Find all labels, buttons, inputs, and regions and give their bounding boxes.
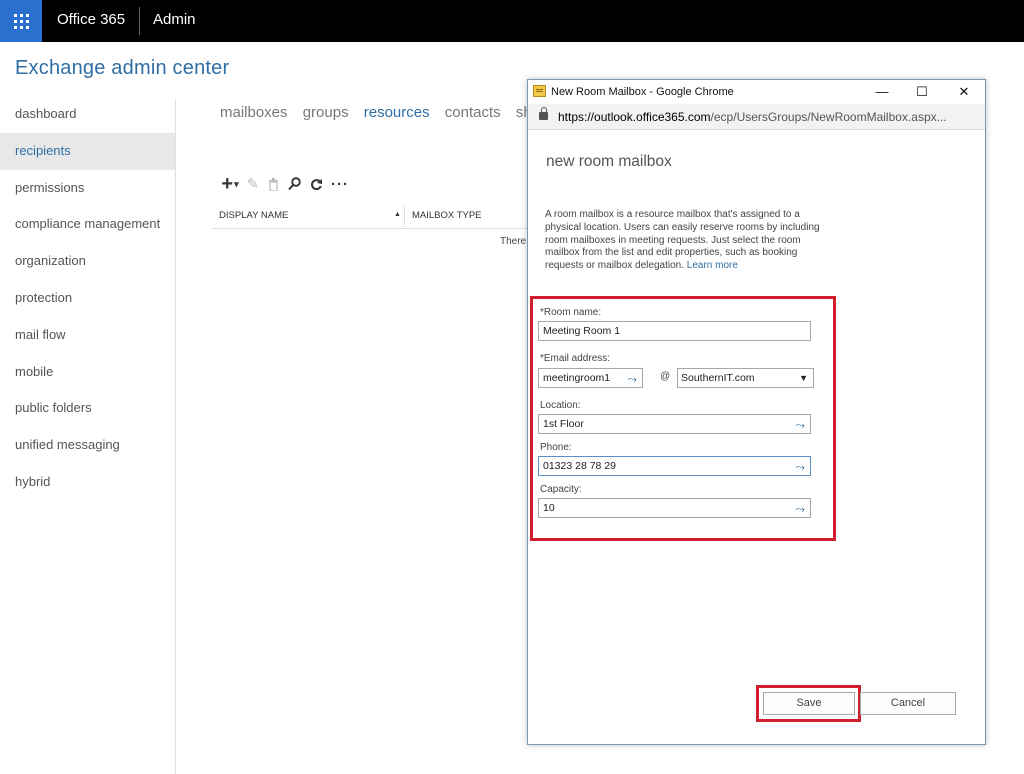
minimize-icon[interactable]: — bbox=[870, 83, 894, 101]
nav-item-permissions[interactable]: permissions bbox=[0, 170, 176, 207]
window-titlebar[interactable]: New Room Mailbox - Google Chrome — ☐ ✕ bbox=[528, 80, 985, 104]
nav-item-mail-flow[interactable]: mail flow bbox=[0, 317, 176, 354]
address-bar[interactable]: https://outlook.office365.com/ecp/UsersG… bbox=[528, 104, 985, 130]
save-highlight-box bbox=[756, 685, 861, 722]
nav-item-organization[interactable]: organization bbox=[0, 243, 176, 280]
dialog-heading: new room mailbox bbox=[546, 153, 672, 170]
lock-icon bbox=[539, 107, 548, 120]
refresh-icon[interactable] bbox=[305, 174, 327, 194]
nav-item-hybrid[interactable]: hybrid bbox=[0, 464, 176, 501]
recipient-tabs: mailboxes groups resources contacts sh bbox=[220, 104, 543, 121]
fields-highlight-box bbox=[530, 296, 836, 541]
nav-item-recipients[interactable]: recipients bbox=[0, 132, 176, 170]
close-icon[interactable]: ✕ bbox=[952, 83, 976, 101]
section-name[interactable]: Admin bbox=[153, 0, 196, 42]
dialog-description: A room mailbox is a resource mailbox tha… bbox=[545, 209, 820, 272]
nav-item-dashboard[interactable]: dashboard bbox=[0, 96, 176, 133]
top-bar: Office 365 Admin bbox=[0, 0, 1024, 42]
learn-more-link[interactable]: Learn more bbox=[687, 260, 738, 271]
column-separator bbox=[404, 205, 405, 227]
pencil-icon[interactable]: ✎ bbox=[243, 174, 263, 194]
window-title: New Room Mailbox - Google Chrome bbox=[551, 86, 734, 98]
column-display-name[interactable]: DISPLAY NAME bbox=[219, 210, 288, 221]
app-name[interactable]: Office 365 bbox=[57, 0, 125, 42]
cancel-button[interactable]: Cancel bbox=[860, 692, 956, 715]
nav-item-compliance-management[interactable]: compliance management bbox=[0, 206, 176, 243]
nav-item-public-folders[interactable]: public folders bbox=[0, 390, 176, 427]
more-icon[interactable]: ··· bbox=[327, 174, 353, 194]
left-nav: dashboard recipients permissions complia… bbox=[0, 96, 176, 501]
app-launcher-icon[interactable] bbox=[0, 0, 42, 42]
plus-icon[interactable]: + ▾ bbox=[217, 173, 243, 195]
tab-mailboxes[interactable]: mailboxes bbox=[220, 104, 288, 121]
sort-ascending-icon[interactable]: ▲ bbox=[394, 211, 401, 218]
grid-header: DISPLAY NAME ▲ MAILBOX TYPE bbox=[212, 203, 532, 229]
search-icon[interactable] bbox=[283, 174, 305, 194]
column-mailbox-type[interactable]: MAILBOX TYPE bbox=[412, 210, 482, 221]
trash-icon[interactable] bbox=[263, 174, 283, 194]
nav-item-mobile[interactable]: mobile bbox=[0, 354, 176, 391]
page-icon bbox=[533, 85, 546, 97]
page-title: Exchange admin center bbox=[15, 57, 230, 79]
nav-item-unified-messaging[interactable]: unified messaging bbox=[0, 427, 176, 464]
maximize-icon[interactable]: ☐ bbox=[910, 83, 934, 101]
grid-toolbar: + ▾ ✎ ··· bbox=[217, 173, 353, 195]
grid-empty-message: There bbox=[500, 236, 527, 247]
nav-item-protection[interactable]: protection bbox=[0, 280, 176, 317]
tab-contacts[interactable]: contacts bbox=[445, 104, 501, 121]
url-text[interactable]: https://outlook.office365.com/ecp/UsersG… bbox=[558, 110, 947, 124]
tab-groups[interactable]: groups bbox=[303, 104, 349, 121]
tab-resources[interactable]: resources bbox=[364, 104, 430, 121]
divider bbox=[139, 7, 140, 35]
nav-divider bbox=[175, 100, 176, 774]
